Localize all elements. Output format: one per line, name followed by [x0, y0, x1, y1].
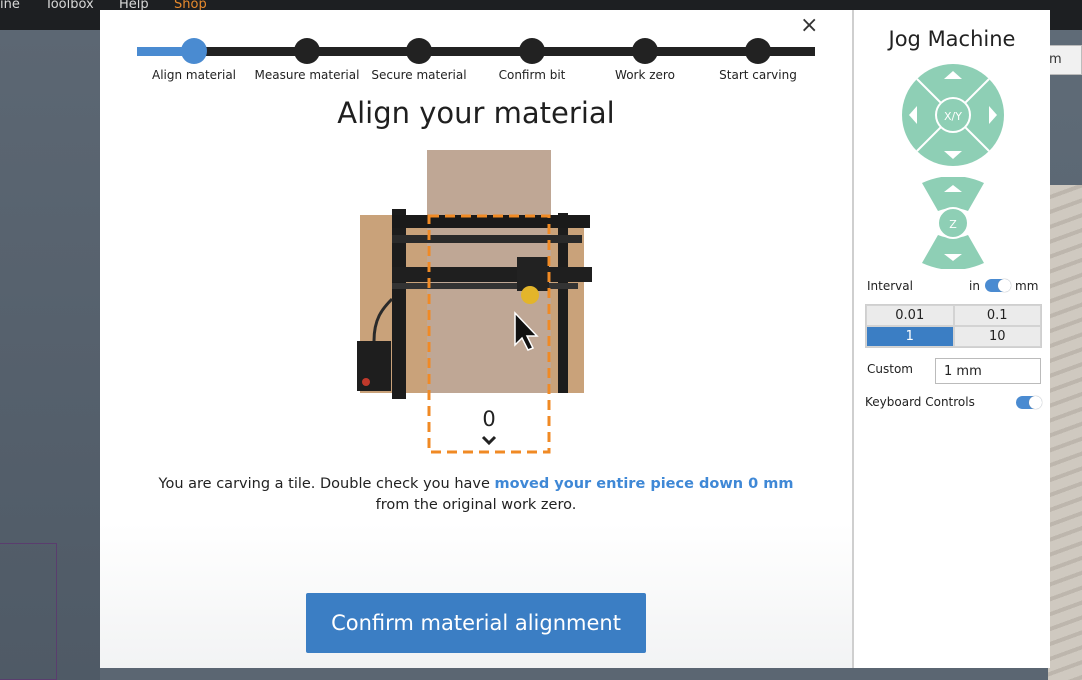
keyboard-toggle-knob: [1029, 396, 1042, 409]
control-box: [357, 341, 391, 391]
alignment-instructions: You are carving a tile. Double check you…: [140, 474, 812, 516]
jog-panel-title: Jog Machine: [888, 27, 1016, 51]
interval-option-0-1[interactable]: 0.1: [953, 305, 1041, 326]
interval-label: Interval: [867, 279, 913, 293]
jog-machine-panel: Jog Machine X/Y Z Interval in mm 0.01 0.…: [852, 10, 1050, 668]
step-dot-confirm-bit[interactable]: [519, 38, 545, 64]
description-text-end: from the original work zero.: [375, 497, 577, 513]
xy-label: X/Y: [944, 110, 962, 123]
step-dot-align-material[interactable]: [181, 38, 207, 64]
z-down-segment[interactable]: [922, 235, 984, 269]
step-label-work-zero: Work zero: [615, 68, 675, 82]
rear-rail: [392, 215, 590, 228]
menu-item-machine[interactable]: ine: [0, 0, 20, 12]
interval-option-0-01[interactable]: 0.01: [866, 305, 954, 326]
unit-toggle[interactable]: [985, 279, 1011, 292]
menu-item-toolbox[interactable]: Toolbox: [45, 0, 94, 12]
background-panel-outline: [0, 543, 57, 680]
stepper-track: [137, 47, 815, 56]
interval-selector: 0.01 0.1 1 10: [865, 304, 1042, 348]
unit-in-label: in: [969, 279, 980, 293]
router-carriage: [517, 257, 549, 291]
keyboard-controls-toggle[interactable]: [1016, 396, 1042, 409]
xy-jog-pad: X/Y: [902, 64, 1004, 166]
estop-button-icon: [362, 378, 370, 386]
close-icon[interactable]: ×: [800, 13, 818, 38]
unit-mm-label: mm: [1015, 279, 1039, 293]
confirm-material-alignment-button[interactable]: Confirm material alignment: [306, 593, 646, 653]
z-up-segment[interactable]: [922, 177, 984, 211]
step-dot-measure-material[interactable]: [294, 38, 320, 64]
step-label-measure-material: Measure material: [254, 68, 360, 82]
gantry-beam: [392, 267, 592, 282]
router-spindle-icon: [521, 286, 539, 304]
interval-option-10[interactable]: 10: [953, 326, 1041, 347]
step-dot-work-zero[interactable]: [632, 38, 658, 64]
rear-rail-lower: [392, 235, 582, 243]
z-jog-pad: Z: [922, 177, 984, 269]
unit-toggle-knob: [998, 279, 1011, 292]
step-dot-start-carving[interactable]: [745, 38, 771, 64]
interval-option-1[interactable]: 1: [866, 326, 954, 347]
z-label: Z: [949, 218, 957, 231]
step-label-confirm-bit: Confirm bit: [498, 68, 566, 82]
custom-interval-label: Custom: [867, 362, 913, 376]
chevron-down-icon[interactable]: [481, 435, 497, 446]
keyboard-controls-label: Keyboard Controls: [865, 395, 975, 409]
offset-value: 0: [482, 407, 495, 431]
step-label-secure-material: Secure material: [371, 68, 467, 82]
background-wood-preview: [1048, 185, 1082, 680]
page-title: Align your material: [337, 96, 615, 130]
step-label-align-material: Align material: [152, 68, 236, 82]
carve-setup-dialog: × Align material Measure material Secure…: [100, 10, 852, 668]
step-label-start-carving: Start carving: [719, 68, 797, 82]
machine-illustration: 0: [357, 150, 592, 454]
description-text: You are carving a tile. Double check you…: [158, 476, 495, 492]
custom-interval-input[interactable]: [935, 358, 1041, 384]
description-highlight: moved your entire piece down 0 mm: [494, 476, 794, 492]
step-dot-secure-material[interactable]: [406, 38, 432, 64]
